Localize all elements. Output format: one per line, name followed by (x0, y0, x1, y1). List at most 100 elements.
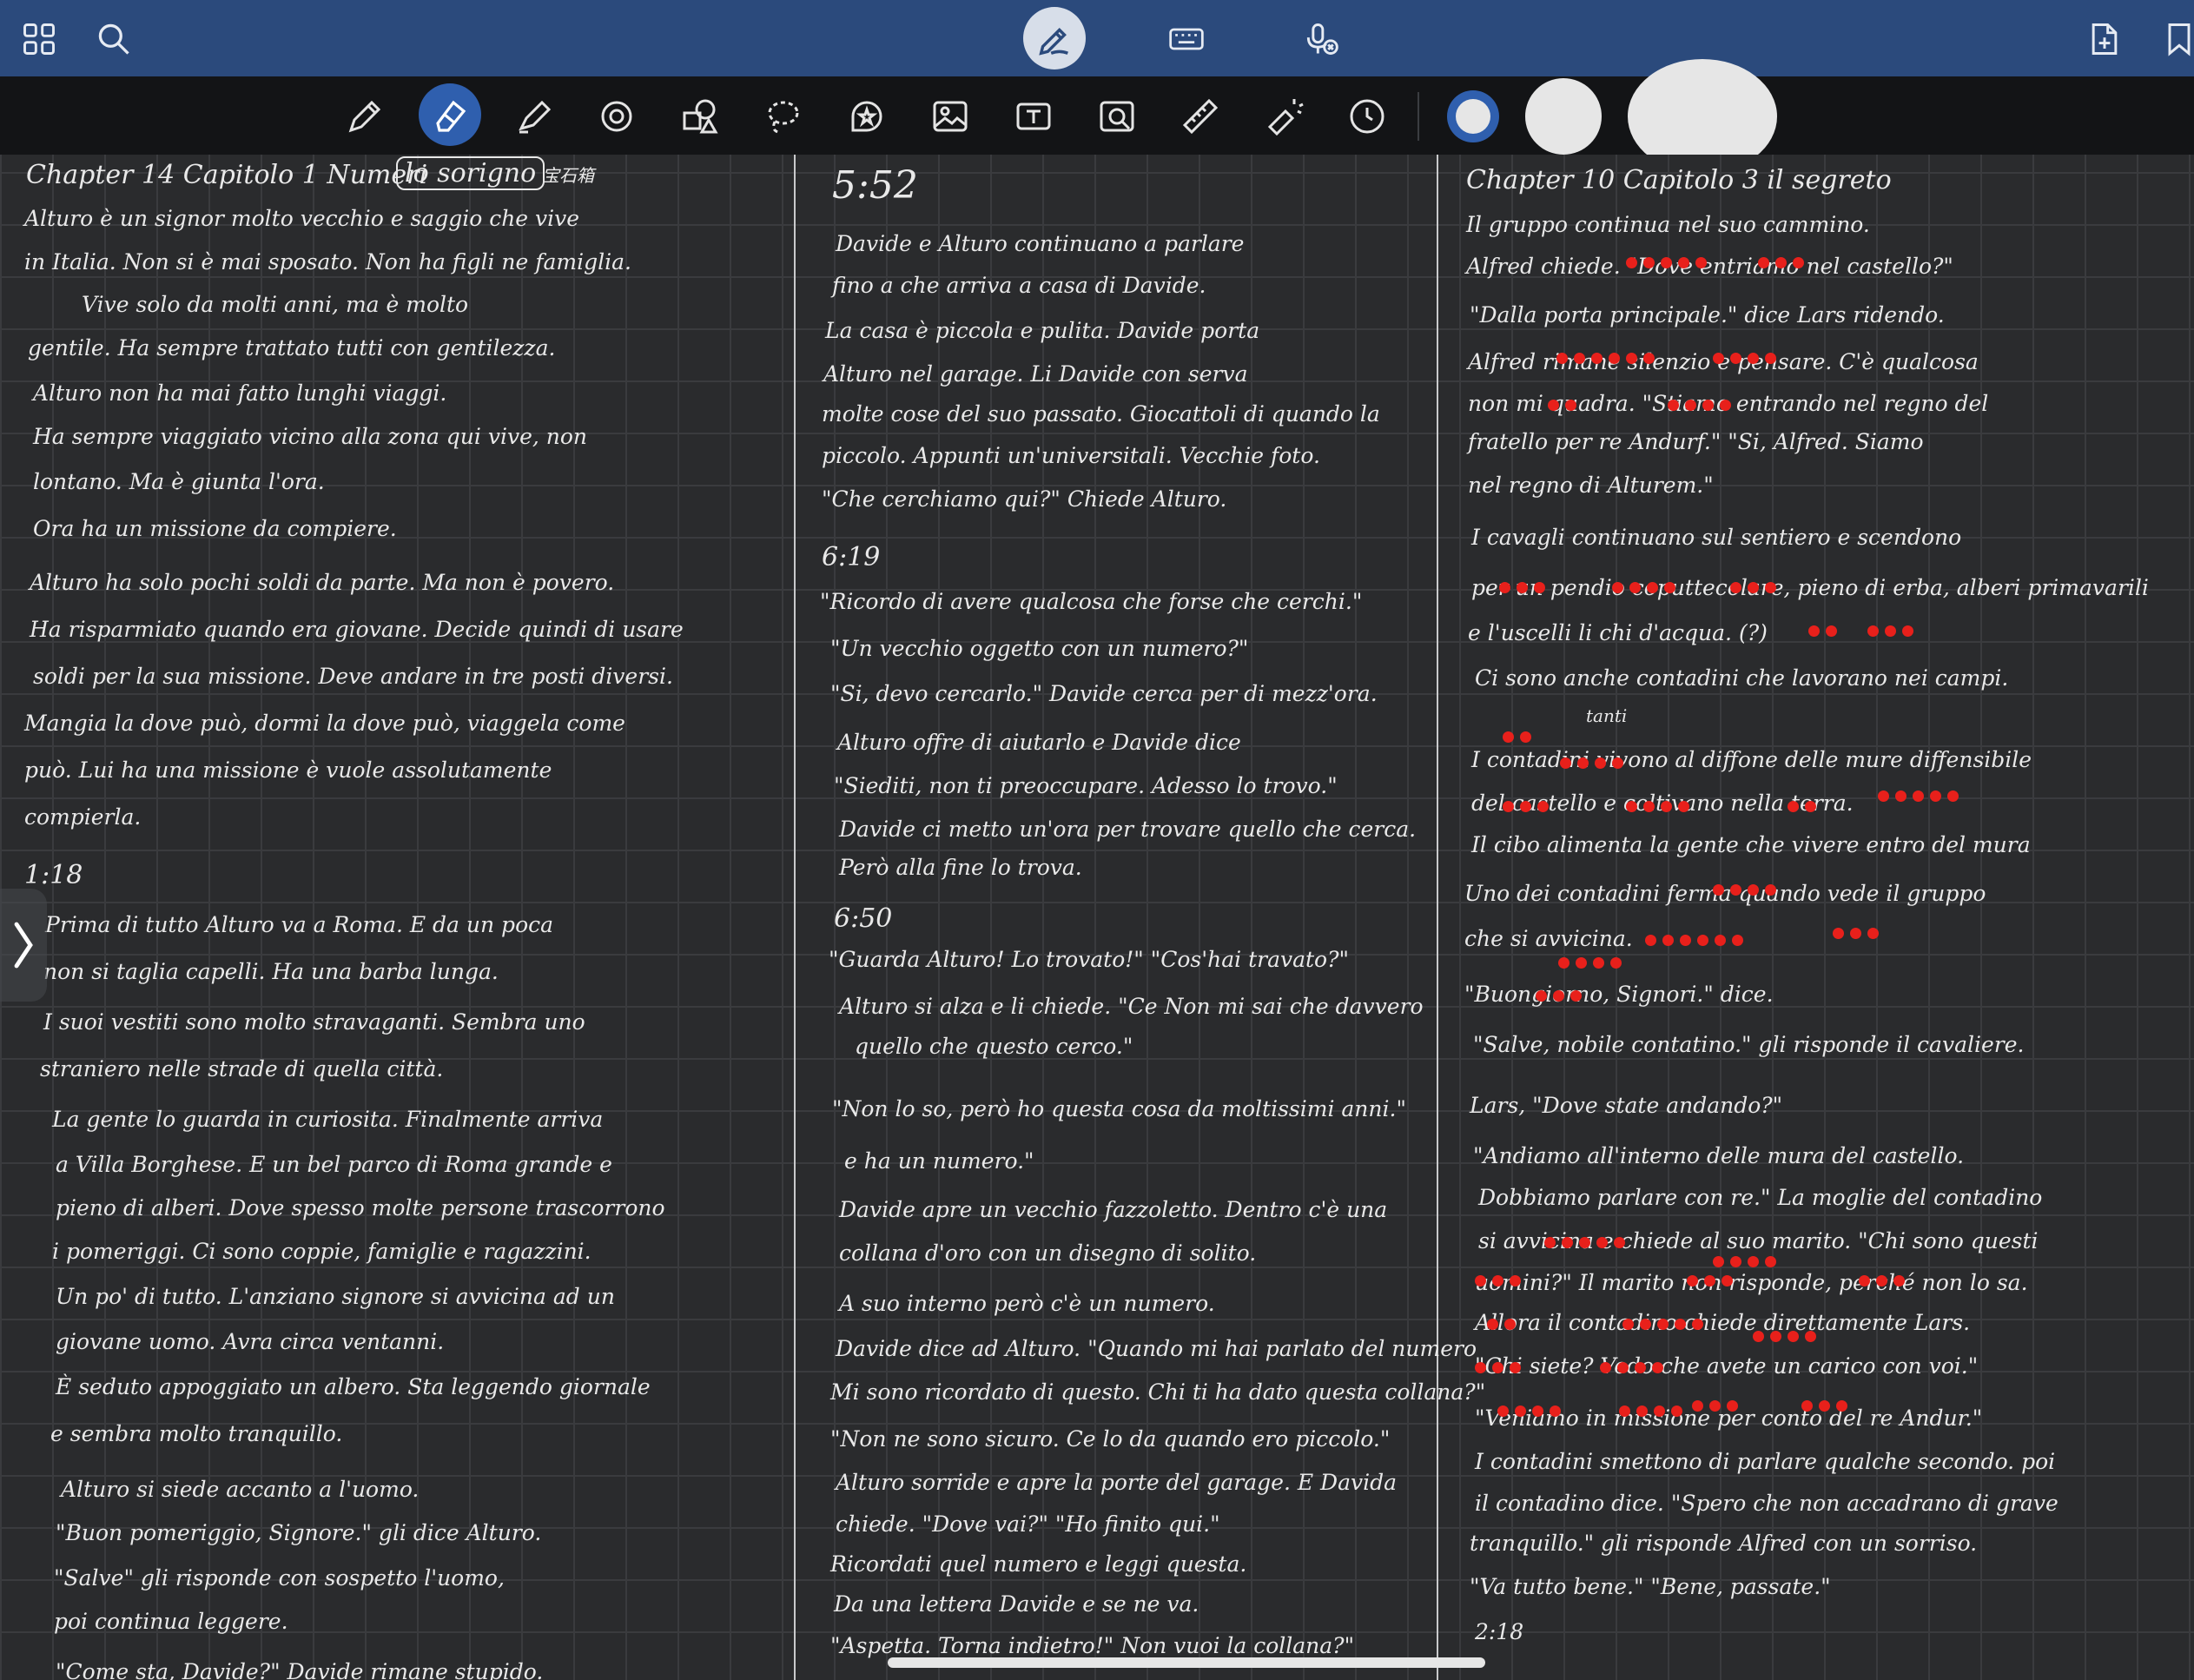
handwritten-line: Davide apre un vecchio fazzoletto. Dentr… (839, 1197, 1388, 1222)
shape-detect-icon[interactable] (592, 92, 641, 141)
handwritten-line: "Salve" gli risponde con sospetto l'uomo… (54, 1565, 505, 1591)
sticker-icon[interactable] (843, 92, 891, 141)
red-ink-marks (1692, 1400, 1738, 1412)
handwritten-line: Davide dice ad Alturo. "Quando mi hai pa… (836, 1336, 1477, 1361)
notebook-page[interactable]: Chapter 14 Capitolo 1 Numeri lo sorigno … (0, 155, 2194, 1680)
red-ink-marks (1536, 990, 1582, 1002)
handwritten-line: piccolo. Appunti un'universitali. Vecchi… (822, 443, 1320, 468)
handwritten-line: pieno di alberi. Dove spesso molte perso… (56, 1195, 665, 1220)
handwritten-line: e l'uscelli li chi d'acqua. (?) (1468, 620, 1768, 645)
eraser-size-medium[interactable] (1525, 78, 1602, 155)
handwritten-line: 6:19 (822, 542, 881, 572)
handwritten-line: È seduto appoggiato un albero. Sta legge… (56, 1374, 651, 1399)
handwritten-line: che si avvicina. (1464, 926, 1633, 951)
handwritten-line: poi continua leggere. (54, 1609, 288, 1634)
red-ink-marks (1753, 1331, 1816, 1342)
handwritten-line: nel regno di Alturem." (1468, 473, 1714, 498)
red-ink-marks (1730, 582, 1776, 593)
handwritten-line: uomini?" Il marito non risponde, perché … (1475, 1270, 2028, 1295)
pen-mode-icon[interactable] (1023, 7, 1086, 69)
red-ink-marks (1619, 1406, 1682, 1417)
red-ink-marks (1503, 731, 1531, 743)
image-icon[interactable] (926, 92, 975, 141)
handwritten-line: Il gruppo continua nel suo cammino. (1466, 212, 1870, 237)
red-ink-marks (1668, 400, 1731, 411)
red-ink-marks (1713, 353, 1776, 364)
top-navigation-bar (0, 0, 2194, 76)
lasso-icon[interactable] (759, 92, 808, 141)
handwritten-line: Vive solo da molti anni, ma è molto (82, 292, 469, 317)
handwritten-line: fratello per re Andurf." "Si, Alfred. Si… (1468, 429, 1924, 454)
handwritten-line: straniero nelle strade di quella città. (40, 1056, 444, 1081)
red-ink-marks (1687, 1275, 1733, 1286)
handwritten-line: Mi sono ricordato di questo. Chi ti ha d… (830, 1379, 1486, 1405)
handwritten-line: quello che questo cerco." (855, 1034, 1133, 1059)
handwritten-line: Un po' di tutto. L'anziano signore si av… (56, 1284, 615, 1309)
handwritten-line: Ha risparmiato quando era giovane. Decid… (30, 617, 684, 642)
pen-icon[interactable] (340, 92, 389, 141)
red-ink-marks (1788, 801, 1816, 812)
red-ink-marks (1487, 1319, 1516, 1330)
camera-scan-icon[interactable] (1093, 92, 1141, 141)
handwritten-line: e ha un numero." (844, 1148, 1034, 1174)
handwritten-line: lontano. Ma è giunta l'ora. (33, 469, 325, 494)
eraser-size-small[interactable] (1447, 90, 1499, 142)
red-ink-marks (1859, 1275, 1905, 1286)
red-ink-marks (1503, 801, 1549, 812)
handwritten-line: "Va tutto bene." "Bene, passate." (1470, 1574, 1831, 1599)
chevron-right-icon[interactable] (0, 889, 47, 1002)
new-page-icon[interactable] (2078, 12, 2131, 66)
shapes-icon[interactable] (676, 92, 724, 141)
home-indicator (888, 1657, 1485, 1668)
eraser-icon[interactable] (419, 83, 481, 146)
grid-icon[interactable] (12, 12, 66, 66)
handwritten-line: Alturo ha solo pochi soldi da parte. Ma … (30, 570, 615, 595)
handwritten-line: 2:18 (1475, 1619, 1524, 1644)
keyboard-icon[interactable] (1160, 12, 1213, 66)
timer-icon[interactable] (1343, 92, 1391, 141)
handwritten-line: Alfred chiede. "Dove entriamo nel castel… (1466, 254, 1953, 279)
red-ink-marks (1626, 257, 1707, 268)
red-ink-marks (1548, 400, 1576, 411)
handwritten-line: 6:50 (834, 903, 893, 934)
handwritten-line: Alturo sorride e apre la porte del garag… (836, 1470, 1398, 1495)
handwritten-line: Ricordati quel numero e leggi questa. (830, 1551, 1247, 1577)
handwritten-line: lo sorigno (396, 156, 545, 190)
handwritten-line: in Italia. Non si è mai sposato. Non ha … (24, 249, 631, 274)
handwritten-line: Ha sempre viaggiato vicino alla zona qui… (33, 424, 588, 449)
column-divider (1437, 155, 1438, 1680)
handwritten-line: "Chi siete? Vedo che avete un carico con… (1475, 1353, 1979, 1379)
highlighter-icon[interactable] (509, 92, 558, 141)
handwritten-line: "Non lo so, però ho questa cosa da molti… (832, 1096, 1406, 1121)
handwritten-line: Chapter 10 Capitolo 3 il segreto (1466, 165, 1892, 195)
laser-pointer-icon[interactable] (1259, 92, 1308, 141)
handwritten-line: Alturo è un signor molto vecchio e saggi… (24, 206, 580, 231)
handwritten-line: e sembra molto tranquillo. (50, 1421, 343, 1446)
search-icon[interactable] (87, 12, 141, 66)
mic-off-icon[interactable] (1294, 12, 1348, 66)
text-box-icon[interactable] (1009, 92, 1058, 141)
handwritten-line: Lars, "Dove state andando?" (1470, 1093, 1783, 1118)
notes-column-2: 5:52 Davide e Alturo continuano a parlar… (816, 155, 1485, 1680)
handwritten-line: Ci sono anche contadini che lavorano nei… (1475, 665, 2009, 691)
handwritten-line: 1:18 (24, 860, 83, 890)
handwritten-line: Alturo nel garage. Li Davide con serva (823, 361, 1248, 387)
red-ink-marks (1878, 790, 1959, 802)
handwritten-line: Prima di tutto Alturo va a Roma. E da un… (45, 912, 554, 937)
handwritten-line: 宝石箱 (542, 165, 594, 186)
handwritten-line: Alturo offre di aiutarlo e Davide dice (837, 730, 1241, 755)
red-ink-marks (1475, 1362, 1521, 1373)
handwritten-line: A suo interno però c'è un numero. (839, 1291, 1215, 1316)
handwritten-line: "Salve, nobile contatino." gli risponde … (1473, 1032, 2025, 1057)
handwritten-line: I suoi vestiti sono molto stravaganti. S… (43, 1009, 585, 1035)
red-ink-marks (1560, 757, 1623, 769)
red-ink-marks (1808, 625, 1837, 637)
handwritten-line: La gente lo guarda in curiosita. Finalme… (52, 1107, 604, 1132)
bookmark-icon[interactable] (2152, 12, 2194, 66)
handwritten-line: I contadini smettono di parlare qualche … (1475, 1449, 2056, 1474)
handwritten-line: Però alla fine lo trova. (839, 855, 1082, 880)
notes-column-3: Chapter 10 Capitolo 3 il segreto Il grup… (1452, 155, 2173, 1680)
handwritten-line: "Non ne sono sicuro. Ce lo da quando ero… (830, 1426, 1391, 1452)
ruler-icon[interactable] (1176, 92, 1225, 141)
red-ink-marks (1758, 257, 1804, 268)
